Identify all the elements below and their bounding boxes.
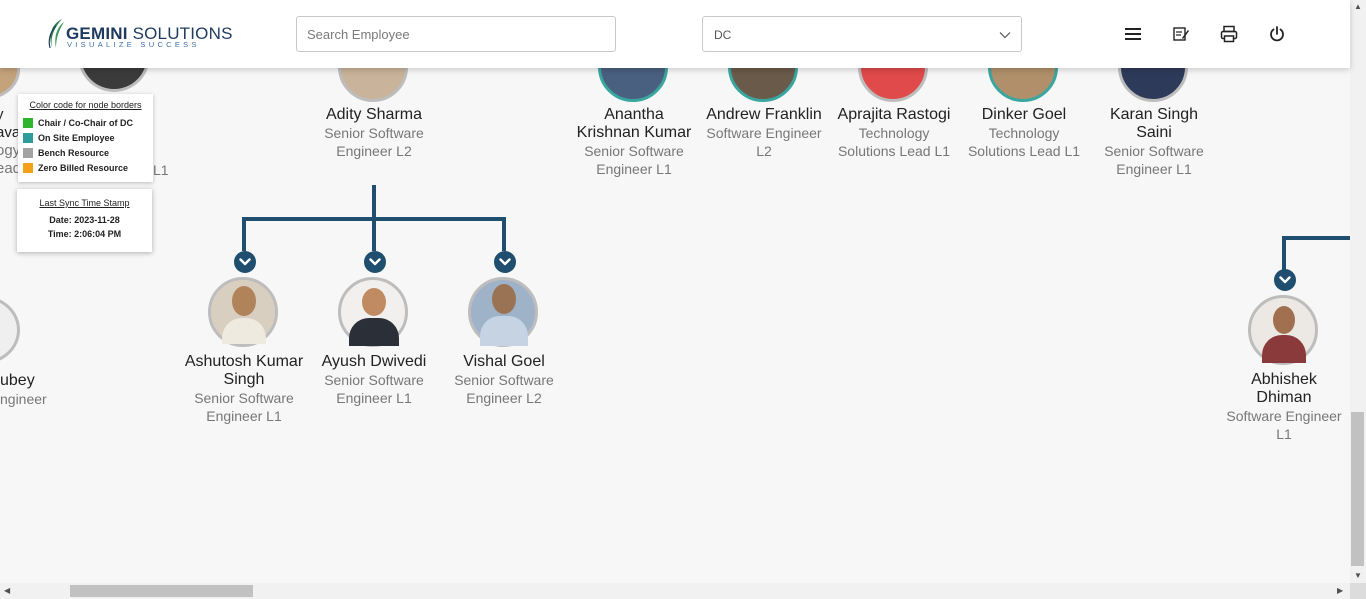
- node-ashutosh-kumar-singh[interactable]: Ashutosh Kumar Singh Senior Software Eng…: [178, 353, 310, 425]
- employee-name: Ayush Dwivedi: [321, 353, 427, 370]
- color-legend: Color code for node borders Chair / Co-C…: [18, 94, 153, 182]
- face-shape: [362, 288, 386, 316]
- scroll-right-arrow-icon[interactable]: ▶: [1337, 586, 1343, 595]
- legend-label: Bench Resource: [38, 147, 110, 158]
- power-icon[interactable]: [1267, 24, 1287, 44]
- horizontal-scrollbar-thumb[interactable]: [70, 585, 253, 597]
- employee-name: Adity Sharma: [325, 106, 423, 123]
- sync-time: Time: 2:06:04 PM: [47, 229, 122, 239]
- expand-chevron-icon[interactable]: [494, 251, 516, 273]
- legend-swatch: [23, 162, 33, 173]
- legend-item: On Site Employee: [23, 130, 148, 145]
- node-adity-sharma[interactable]: Adity Sharma Senior Software Engineer L2: [308, 106, 440, 160]
- body-shape: [349, 318, 399, 346]
- partial-lower-title: ngineer: [0, 391, 47, 407]
- employee-name: Karan Singh Saini: [1109, 106, 1199, 141]
- employee-name: Vishal Goel: [463, 353, 545, 370]
- legend-swatch: [23, 117, 33, 128]
- menu-icon[interactable]: [1123, 24, 1143, 44]
- body-shape: [480, 316, 528, 346]
- sync-date: Date: 2023-11-28: [49, 215, 120, 225]
- employee-title: Senior Software Engineer L2: [454, 372, 554, 406]
- connector-line: [1282, 236, 1350, 240]
- employee-name: Aprajita Rastogi: [837, 106, 951, 123]
- connector-line: [502, 217, 506, 251]
- legend-label: On Site Employee: [38, 132, 115, 143]
- legend-swatch: [23, 147, 33, 158]
- partial-title-l1: L1: [153, 162, 169, 178]
- legend-item: Zero Billed Resource: [23, 160, 148, 175]
- employee-name: Andrew Franklin: [706, 106, 822, 123]
- legend-label: Zero Billed Resource: [38, 162, 129, 173]
- employee-title: Senior Software Engineer L2: [324, 125, 424, 159]
- connector-line: [242, 217, 246, 251]
- search-employee-input[interactable]: [296, 16, 616, 52]
- scroll-left-arrow-icon[interactable]: ◀: [4, 586, 10, 595]
- legend-label: Chair / Co-Chair of DC: [38, 117, 134, 128]
- node-andrew-franklin[interactable]: Andrew Franklin Software Engineer L2: [698, 106, 830, 160]
- sync-timestamp-card: Last Sync Time Stamp Date: 2023-11-28 Ti…: [17, 189, 152, 252]
- legend-item: Bench Resource: [23, 145, 148, 160]
- connector-line: [372, 185, 376, 220]
- connector-line: [372, 217, 376, 251]
- partial-avatar-lower[interactable]: [0, 296, 20, 364]
- legend-swatch: [23, 132, 33, 143]
- employee-name: Dinker Goel: [981, 106, 1067, 123]
- employee-name: Anantha Krishnan Kumar: [576, 106, 692, 141]
- employee-title: Senior Software Engineer L1: [324, 372, 424, 406]
- expand-chevron-icon[interactable]: [1274, 269, 1296, 291]
- employee-name: Abhishek Dhiman: [1251, 371, 1317, 406]
- expand-chevron-icon[interactable]: [234, 251, 256, 273]
- employee-title: Senior Software Engineer L1: [1104, 143, 1204, 177]
- face-shape: [492, 284, 516, 314]
- employee-title: Senior Software Engineer L1: [194, 390, 294, 424]
- employee-title: Technology Solutions Lead L1: [837, 125, 951, 159]
- org-chart-canvas[interactable]: y ava ogy ead L1 ubey ngineer Adity Shar…: [0, 0, 1350, 583]
- scroll-down-arrow-icon[interactable]: ▼: [1354, 571, 1362, 580]
- gemini-leaf-icon: [48, 19, 64, 49]
- face-shape: [232, 286, 256, 316]
- node-vishal-goel[interactable]: Vishal Goel Senior Software Engineer L2: [438, 353, 570, 407]
- connector-line: [1282, 236, 1286, 270]
- sync-title: Last Sync Time Stamp: [39, 198, 130, 208]
- node-anantha-krishnan-kumar[interactable]: Anantha Krishnan Kumar Senior Software E…: [568, 106, 700, 178]
- node-ayush-dwivedi[interactable]: Ayush Dwivedi Senior Software Engineer L…: [308, 353, 440, 407]
- legend-item: Chair / Co-Chair of DC: [23, 115, 148, 130]
- scroll-up-arrow-icon[interactable]: ▲: [1354, 2, 1362, 11]
- employee-title: Software Engineer L1: [1226, 408, 1342, 442]
- node-abhishek-dhiman[interactable]: Abhishek Dhiman Software Engineer L1: [1218, 371, 1350, 443]
- legend-title: Color code for node borders: [29, 100, 142, 110]
- department-select[interactable]: DC: [702, 16, 1022, 52]
- node-karan-singh-saini[interactable]: Karan Singh Saini Senior Software Engine…: [1088, 106, 1220, 178]
- employee-title: Software Engineer L2: [706, 125, 822, 159]
- department-select-value: DC: [714, 28, 732, 42]
- scrollbar-corner: [1350, 583, 1366, 599]
- app-header: GEMINI SOLUTIONS VISUALIZE SUCCESS DC: [0, 0, 1350, 68]
- body-shape: [1262, 335, 1306, 363]
- print-icon[interactable]: [1219, 24, 1239, 44]
- chevron-down-icon: [999, 32, 1011, 39]
- node-aprajita-rastogi[interactable]: Aprajita Rastogi Technology Solutions Le…: [828, 106, 960, 160]
- employee-title: Senior Software Engineer L1: [584, 143, 684, 177]
- vertical-scrollbar-thumb[interactable]: [1351, 412, 1364, 566]
- employee-title: Technology Solutions Lead L1: [967, 125, 1081, 159]
- gemini-logo[interactable]: GEMINI SOLUTIONS VISUALIZE SUCCESS: [46, 18, 232, 52]
- partial-lower-name: ubey: [0, 372, 35, 389]
- node-dinker-goel[interactable]: Dinker Goel Technology Solutions Lead L1: [958, 106, 1090, 160]
- expand-chevron-icon[interactable]: [364, 251, 386, 273]
- employee-name: Ashutosh Kumar Singh: [184, 353, 304, 388]
- edit-note-icon[interactable]: [1171, 24, 1191, 44]
- face-shape: [1273, 306, 1295, 334]
- logo-tagline: VISUALIZE SUCCESS: [67, 40, 200, 49]
